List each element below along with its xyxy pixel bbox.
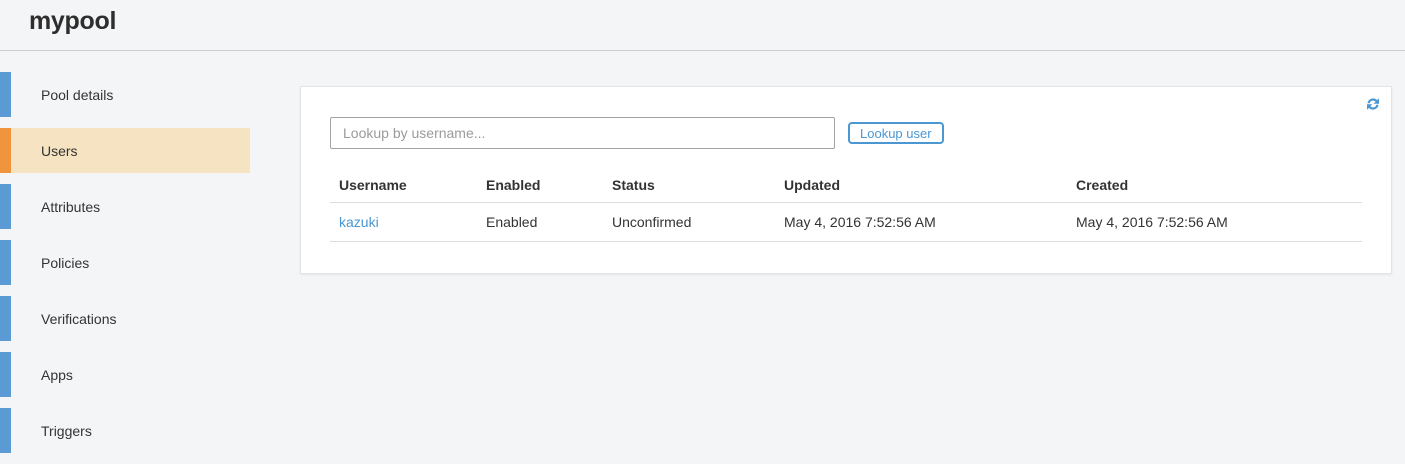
sidebar-item-attributes[interactable]: Attributes (0, 184, 250, 229)
column-header-status: Status (603, 172, 775, 203)
sidebar-item-pool-details[interactable]: Pool details (0, 72, 250, 117)
users-panel: Lookup user Username Enabled Status Upda… (300, 86, 1392, 274)
sidebar-item-users[interactable]: Users (0, 128, 250, 173)
users-table-header: Username Enabled Status Updated Created (330, 172, 1362, 203)
sidebar-item-label: Pool details (41, 86, 114, 103)
sidebar: Pool details Users Attributes Policies V… (0, 72, 250, 464)
refresh-icon (1367, 98, 1379, 110)
sidebar-item-label: Policies (41, 254, 90, 271)
sidebar-item-verifications[interactable]: Verifications (0, 296, 250, 341)
page-title: mypool (29, 7, 117, 35)
sidebar-item-policies[interactable]: Policies (0, 240, 250, 285)
cell-enabled: Enabled (477, 202, 603, 242)
lookup-user-button[interactable]: Lookup user (848, 122, 944, 144)
column-header-enabled: Enabled (477, 172, 603, 203)
app-header: mypool (0, 0, 1405, 51)
sidebar-item-label: Users (41, 142, 78, 159)
users-table-body: kazuki Enabled Unconfirmed May 4, 2016 7… (330, 202, 1362, 242)
cell-created: May 4, 2016 7:52:56 AM (1067, 202, 1362, 242)
sidebar-item-label: Attributes (41, 198, 101, 215)
sidebar-item-apps[interactable]: Apps (0, 352, 250, 397)
refresh-button[interactable] (1364, 95, 1382, 113)
users-table: Username Enabled Status Updated Created … (330, 172, 1362, 242)
lookup-toolbar: Lookup user (330, 117, 944, 149)
sidebar-item-label: Verifications (41, 310, 117, 327)
column-header-username: Username (330, 172, 477, 203)
cell-status: Unconfirmed (603, 202, 775, 242)
table-row: kazuki Enabled Unconfirmed May 4, 2016 7… (330, 202, 1362, 242)
table-header-row: Username Enabled Status Updated Created (330, 172, 1362, 203)
column-header-created: Created (1067, 172, 1362, 203)
sidebar-item-label: Apps (41, 366, 73, 383)
sidebar-item-label: Triggers (41, 422, 92, 439)
username-link[interactable]: kazuki (339, 214, 379, 230)
cell-username: kazuki (330, 202, 477, 242)
column-header-updated: Updated (775, 172, 1067, 203)
cell-updated: May 4, 2016 7:52:56 AM (775, 202, 1067, 242)
username-lookup-input[interactable] (330, 117, 835, 149)
sidebar-item-triggers[interactable]: Triggers (0, 408, 250, 453)
